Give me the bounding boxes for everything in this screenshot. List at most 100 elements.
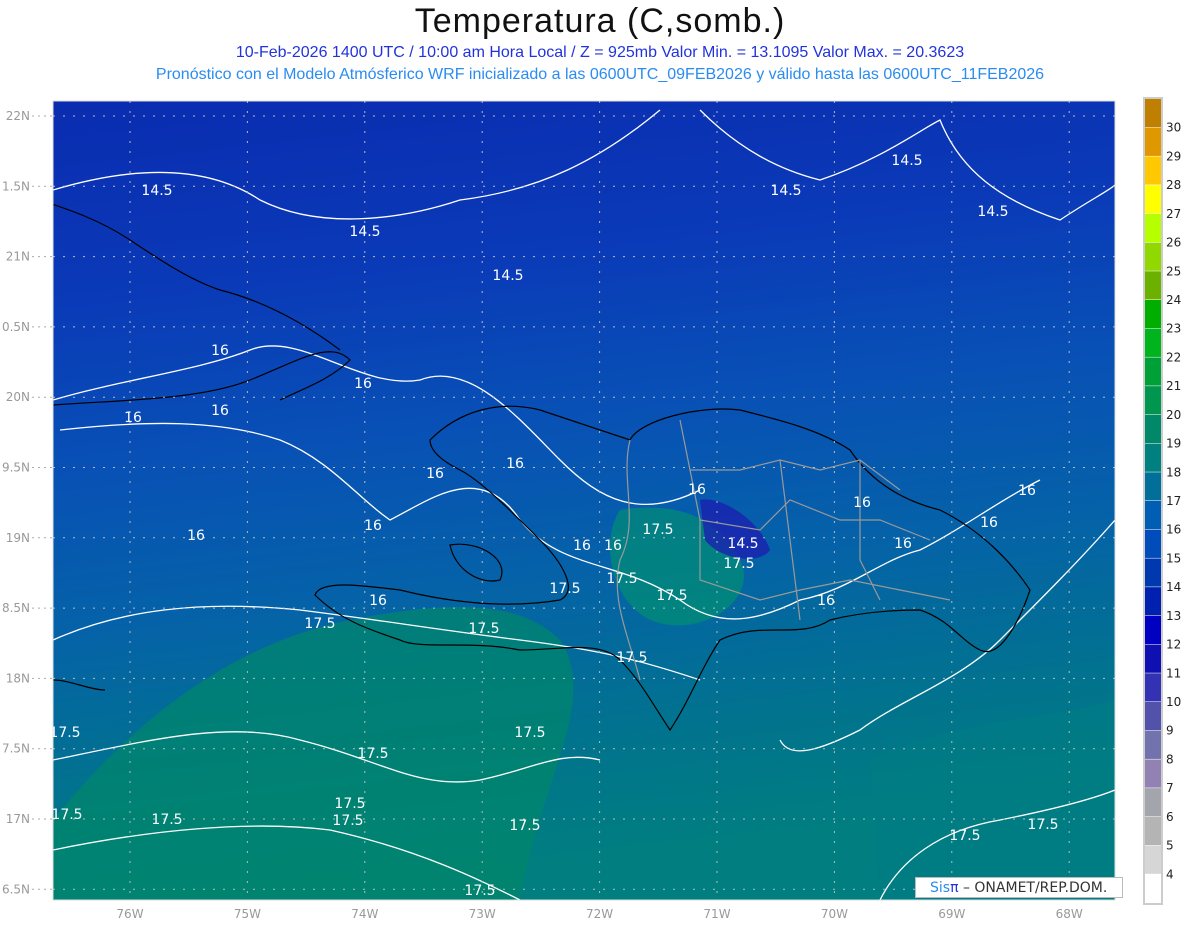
colorbar-swatch: [1145, 99, 1161, 128]
colorbar-swatch: [1145, 156, 1161, 185]
contour-label: 16: [211, 343, 229, 359]
lat-tick-label: 9.5N: [2, 461, 30, 475]
contour-label: 16: [980, 515, 998, 531]
contour-label: 14.5: [492, 268, 523, 284]
contour-label: 17.5: [334, 796, 365, 812]
colorbar-swatch: [1145, 730, 1161, 759]
watermark-text: – ONAMET/REP.DOM.: [958, 880, 1108, 896]
contour-label: 16: [369, 593, 387, 609]
colorbar-label: 5: [1166, 839, 1174, 853]
colorbar-swatch: [1145, 357, 1161, 386]
contour-label: 17.5: [656, 588, 687, 604]
colorbar-swatch: [1145, 472, 1161, 501]
temperature-map: 14.5 14.5 14.5 14.5 14.5 14.5 16 16 16 16 16 16 16 16…: [2, 97, 1181, 921]
colorbar-label: 11: [1166, 666, 1181, 680]
colorbar-label: 14: [1166, 580, 1181, 594]
colorbar-label: 18: [1166, 465, 1181, 479]
colorbar-swatch: [1145, 386, 1161, 415]
contour-label: 14.5: [141, 183, 172, 199]
lat-tick-label: 7.5N: [2, 742, 30, 756]
colorbar-swatch: [1145, 271, 1161, 300]
contour-label: 16: [573, 538, 591, 554]
contour-label: 17.5: [332, 813, 363, 829]
colorbar-swatch: [1145, 702, 1161, 731]
colorbar-swatch: [1145, 644, 1161, 673]
contour-label: 17.5: [642, 522, 673, 538]
contour-label: 17.5: [151, 812, 182, 828]
colorbar-label: 30: [1166, 121, 1181, 135]
colorbar-label: 21: [1166, 379, 1181, 393]
contour-label: 14.5: [770, 183, 801, 199]
lat-tick-label: 17N: [6, 812, 30, 826]
colorbar-label: 20: [1166, 408, 1181, 422]
colorbar-swatch: [1145, 529, 1161, 558]
colorbar-swatch: [1145, 558, 1161, 587]
colorbar: 30 29 28 27 26 25 24 23 22 21 20 19 18 17 16 15 14 13 12 11…: [1143, 97, 1181, 905]
colorbar-swatch: [1145, 788, 1161, 817]
colorbar-label: 23: [1166, 322, 1181, 336]
contour-label: 17.5: [357, 746, 388, 762]
contour-label: 16: [817, 593, 835, 609]
contour-label: 16: [364, 518, 382, 534]
contour-label: 17.5: [51, 807, 82, 823]
colorbar-label: 28: [1166, 178, 1181, 192]
colorbar-swatch: [1145, 845, 1161, 874]
colorbar-swatch: [1145, 816, 1161, 846]
colorbar-label: 4: [1166, 867, 1174, 881]
colorbar-label: 17: [1166, 494, 1181, 508]
contour-label: 16: [426, 466, 444, 482]
contour-label: 16: [187, 528, 205, 544]
lat-tick-label: 21N: [6, 250, 30, 264]
contour-label: 16: [124, 410, 142, 426]
lat-tick-label: 1.5N: [2, 179, 30, 193]
colorbar-label: 24: [1166, 293, 1181, 307]
contour-label: 17.5: [49, 725, 80, 741]
contour-label: 14.5: [891, 153, 922, 169]
colorbar-label: 6: [1166, 810, 1174, 824]
lon-tick-label: 75W: [234, 907, 261, 921]
contour-label: 16: [506, 456, 524, 472]
colorbar-label: 12: [1166, 638, 1181, 652]
colorbar-label: 7: [1166, 781, 1174, 795]
contour-label: 17.5: [549, 581, 580, 597]
colorbar-swatch: [1145, 759, 1161, 788]
colorbar-swatch: [1145, 414, 1161, 444]
colorbar-swatch: [1145, 501, 1161, 530]
contour-label: 17.5: [464, 883, 495, 899]
brand-sis: Sis: [930, 880, 951, 896]
contour-label: 16: [894, 536, 912, 552]
lat-tick-label: 6.5N: [2, 882, 30, 896]
colorbar-swatch: [1145, 242, 1161, 271]
contour-label: 16: [604, 538, 622, 554]
colorbar-label: 27: [1166, 207, 1181, 221]
contour-label: 14.5: [977, 204, 1008, 220]
colorbar-swatch: [1145, 673, 1161, 702]
contour-label: 16: [1018, 483, 1036, 499]
lon-tick-label: 76W: [116, 907, 143, 921]
contour-label: 17.5: [304, 616, 335, 632]
colorbar-label: 29: [1166, 149, 1181, 163]
colorbar-label: 22: [1166, 350, 1181, 364]
colorbar-swatch: [1145, 127, 1161, 156]
contour-label: 17.5: [509, 818, 540, 834]
colorbar-label: 13: [1166, 609, 1181, 623]
contour-label: 17.5: [606, 571, 637, 587]
lat-tick-label: 18N: [6, 671, 30, 685]
colorbar-swatch: [1145, 328, 1161, 357]
colorbar-label: 19: [1166, 437, 1181, 451]
contour-label: 16: [354, 376, 372, 392]
contour-label: 17.5: [468, 621, 499, 637]
colorbar-swatch: [1145, 874, 1161, 903]
lon-tick-label: 71W: [703, 907, 730, 921]
colorbar-label: 8: [1166, 752, 1174, 766]
contour-label: 17.5: [723, 556, 754, 572]
contour-label: 17.5: [514, 725, 545, 741]
contour-label: 14.5: [727, 536, 758, 552]
colorbar-label: 16: [1166, 523, 1181, 537]
colorbar-swatch: [1145, 615, 1161, 645]
colorbar-label: 15: [1166, 551, 1181, 565]
colorbar-label: 10: [1166, 695, 1181, 709]
lat-tick-label: 20N: [6, 390, 30, 404]
colorbar-label: 26: [1166, 236, 1181, 250]
watermark-sispi: Sisπ – ONAMET/REP.DOM.: [915, 877, 1123, 898]
